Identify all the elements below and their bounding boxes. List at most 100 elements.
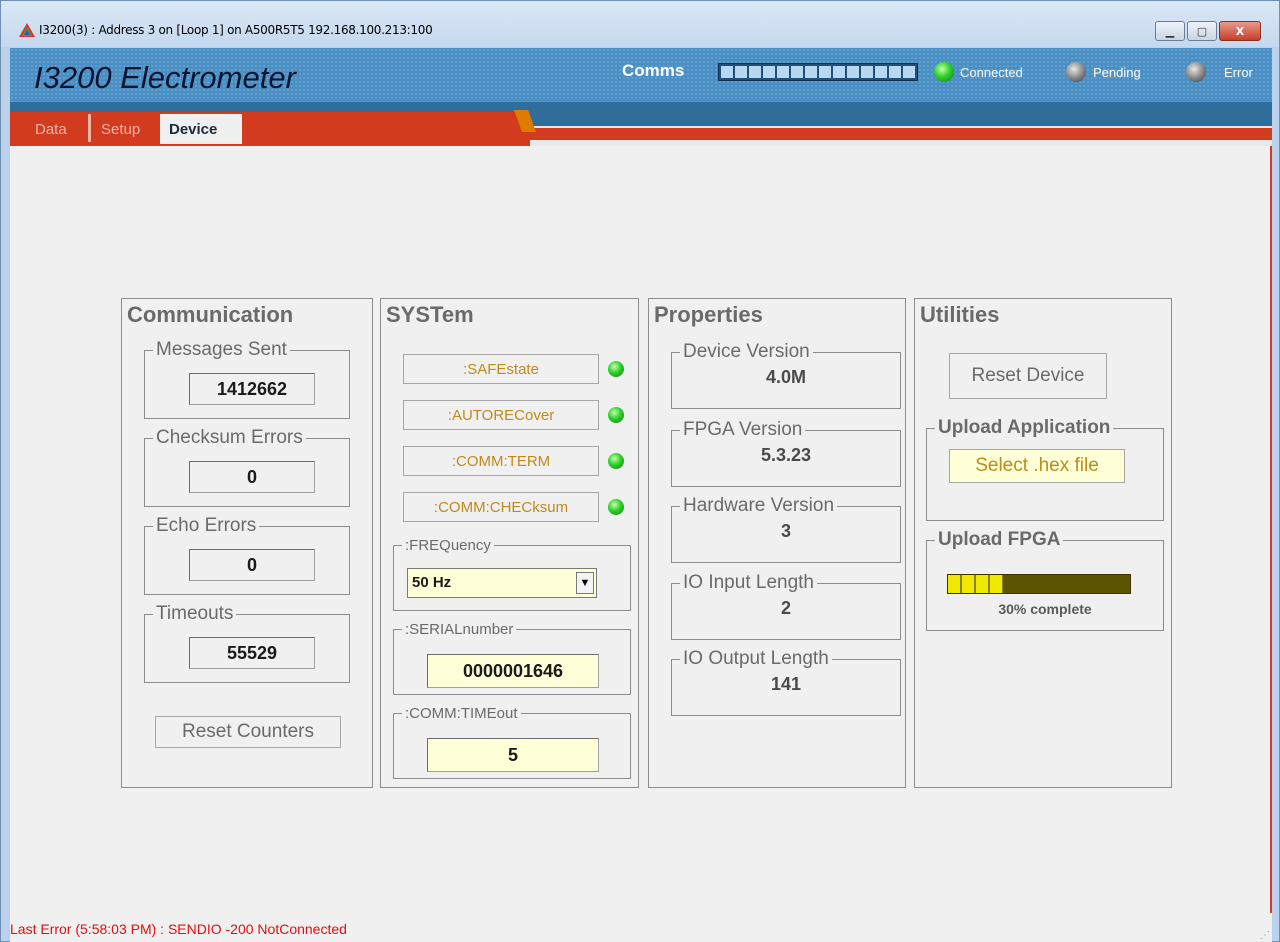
comms-segment bbox=[903, 66, 915, 78]
autorecover-status-icon bbox=[608, 407, 624, 423]
close-button[interactable]: X bbox=[1219, 21, 1261, 41]
error-label: Error bbox=[1224, 65, 1253, 80]
comms-segment bbox=[805, 66, 817, 78]
status-bar: Last Error (5:58:03 PM) : SENDIO -200 No… bbox=[10, 913, 1272, 942]
tab-bar: Data Setup Device bbox=[10, 102, 1272, 146]
connected-label: Connected bbox=[960, 65, 1023, 80]
properties-panel: Properties Device Version 4.0M FPGA Vers… bbox=[648, 298, 906, 788]
app-window: I3200(3) : Address 3 on [Loop 1] on A500… bbox=[0, 0, 1280, 942]
error-indicator-icon bbox=[1186, 62, 1206, 82]
echo-errors-group: Echo Errors 0 bbox=[144, 515, 350, 595]
serial-number-group: :SERIALnumber 0000001646 bbox=[393, 621, 631, 695]
tab-device[interactable]: Device bbox=[160, 114, 242, 144]
io-output-length-group: IO Output Length 141 bbox=[671, 648, 901, 716]
comm-checksum-status-icon bbox=[608, 499, 624, 515]
comm-timeout-input[interactable]: 5 bbox=[427, 738, 599, 772]
select-hex-file-button[interactable]: Select .hex file bbox=[949, 449, 1125, 483]
upload-application-group: Upload Application Select .hex file bbox=[926, 417, 1164, 521]
io-input-length-value: 2 bbox=[780, 598, 791, 618]
hardware-version-value: 3 bbox=[780, 521, 791, 541]
utilities-panel: Utilities Reset Device Upload Applicatio… bbox=[914, 298, 1172, 788]
system-panel: SYSTem :SAFEstate :AUTORECover :COMM:TER… bbox=[380, 298, 639, 788]
comms-segment bbox=[721, 66, 733, 78]
comms-segment bbox=[889, 66, 901, 78]
chevron-down-icon[interactable]: ▼ bbox=[576, 572, 594, 594]
progress-fill bbox=[948, 575, 1003, 593]
upload-application-label: Upload Application bbox=[938, 417, 1111, 438]
fpga-version-label: FPGA Version bbox=[683, 419, 803, 440]
io-input-length-label: IO Input Length bbox=[683, 572, 814, 593]
band-decoration bbox=[530, 128, 1272, 140]
timeouts-group: Timeouts 55529 bbox=[144, 603, 350, 683]
maximize-button[interactable]: ▢ bbox=[1187, 21, 1217, 41]
comm-term-status-icon bbox=[608, 453, 624, 469]
device-version-label: Device Version bbox=[683, 341, 810, 362]
connected-indicator-icon bbox=[934, 62, 954, 82]
comms-segment bbox=[847, 66, 859, 78]
communication-title: Communication bbox=[127, 302, 294, 327]
comm-timeout-group: :COMM:TIMEout 5 bbox=[393, 705, 631, 779]
window-title: I3200(3) : Address 3 on [Loop 1] on A500… bbox=[39, 23, 433, 37]
io-input-length-group: IO Input Length 2 bbox=[671, 572, 901, 640]
frequency-value: 50 Hz bbox=[412, 574, 452, 591]
app-header: I3200 Electrometer Comms Connected Pendi… bbox=[10, 48, 1272, 102]
echo-errors-value: 0 bbox=[189, 549, 315, 581]
app-title: I3200 Electrometer bbox=[34, 60, 296, 95]
comms-segment bbox=[763, 66, 775, 78]
serial-number-input[interactable]: 0000001646 bbox=[427, 654, 599, 688]
safestate-button[interactable]: :SAFEstate bbox=[403, 354, 599, 384]
safestate-status-icon bbox=[608, 361, 624, 377]
minimize-button[interactable]: ▁ bbox=[1155, 21, 1185, 41]
upload-fpga-label: Upload FPGA bbox=[938, 529, 1061, 550]
comms-label: Comms bbox=[622, 61, 685, 80]
title-bar[interactable]: I3200(3) : Address 3 on [Loop 1] on A500… bbox=[1, 1, 1279, 47]
utilities-title: Utilities bbox=[920, 302, 1000, 327]
pending-label: Pending bbox=[1093, 65, 1141, 80]
fpga-version-group: FPGA Version 5.3.23 bbox=[671, 419, 901, 487]
checksum-errors-value: 0 bbox=[189, 461, 315, 493]
hardware-version-label: Hardware Version bbox=[683, 495, 835, 516]
comm-timeout-label: :COMM:TIMEout bbox=[405, 705, 518, 722]
device-version-group: Device Version 4.0M bbox=[671, 341, 901, 409]
comm-term-button[interactable]: :COMM:TERM bbox=[403, 446, 599, 476]
upload-fpga-group: Upload FPGA 30% complete bbox=[926, 529, 1164, 631]
comm-checksum-button[interactable]: :COMM:CHECksum bbox=[403, 492, 599, 522]
fpga-version-value: 5.3.23 bbox=[760, 445, 812, 465]
messages-sent-group: Messages Sent 1412662 bbox=[144, 339, 350, 419]
comms-segment bbox=[777, 66, 789, 78]
system-title: SYSTem bbox=[386, 302, 474, 327]
checksum-errors-group: Checksum Errors 0 bbox=[144, 427, 350, 507]
comms-segment bbox=[875, 66, 887, 78]
echo-errors-label: Echo Errors bbox=[156, 515, 257, 536]
reset-counters-button[interactable]: Reset Counters bbox=[155, 716, 341, 748]
frequency-label: :FREQuency bbox=[405, 537, 491, 554]
io-output-length-label: IO Output Length bbox=[683, 648, 829, 669]
frequency-select[interactable]: 50 Hz ▼ bbox=[407, 568, 597, 598]
device-version-value: 4.0M bbox=[765, 367, 807, 387]
upload-fpga-progress-bar bbox=[947, 574, 1131, 594]
comms-segment bbox=[791, 66, 803, 78]
checksum-errors-label: Checksum Errors bbox=[156, 427, 303, 448]
app-logo-icon bbox=[19, 23, 35, 37]
comms-activity-bar bbox=[718, 63, 918, 81]
communication-panel: Communication Messages Sent 1412662 Chec… bbox=[121, 298, 373, 788]
resize-grip-icon[interactable]: ⋰ bbox=[1260, 930, 1270, 941]
comms-segment bbox=[749, 66, 761, 78]
client-area: I3200 Electrometer Comms Connected Pendi… bbox=[10, 48, 1272, 942]
comms-segment bbox=[861, 66, 873, 78]
messages-sent-label: Messages Sent bbox=[156, 339, 287, 360]
serial-number-label: :SERIALnumber bbox=[405, 621, 514, 638]
pending-indicator-icon bbox=[1066, 62, 1086, 82]
autorecover-button[interactable]: :AUTORECover bbox=[403, 400, 599, 430]
tab-data[interactable]: Data bbox=[26, 114, 76, 144]
timeouts-value: 55529 bbox=[189, 637, 315, 669]
timeouts-label: Timeouts bbox=[156, 603, 234, 624]
properties-title: Properties bbox=[654, 302, 763, 327]
io-output-length-value: 141 bbox=[770, 674, 802, 694]
tab-setup[interactable]: Setup bbox=[92, 114, 149, 144]
tab-separator bbox=[88, 114, 91, 142]
reset-device-button[interactable]: Reset Device bbox=[949, 353, 1107, 399]
messages-sent-value: 1412662 bbox=[189, 373, 315, 405]
last-error-text: Last Error (5:58:03 PM) : SENDIO -200 No… bbox=[10, 921, 347, 937]
comms-segment bbox=[819, 66, 831, 78]
